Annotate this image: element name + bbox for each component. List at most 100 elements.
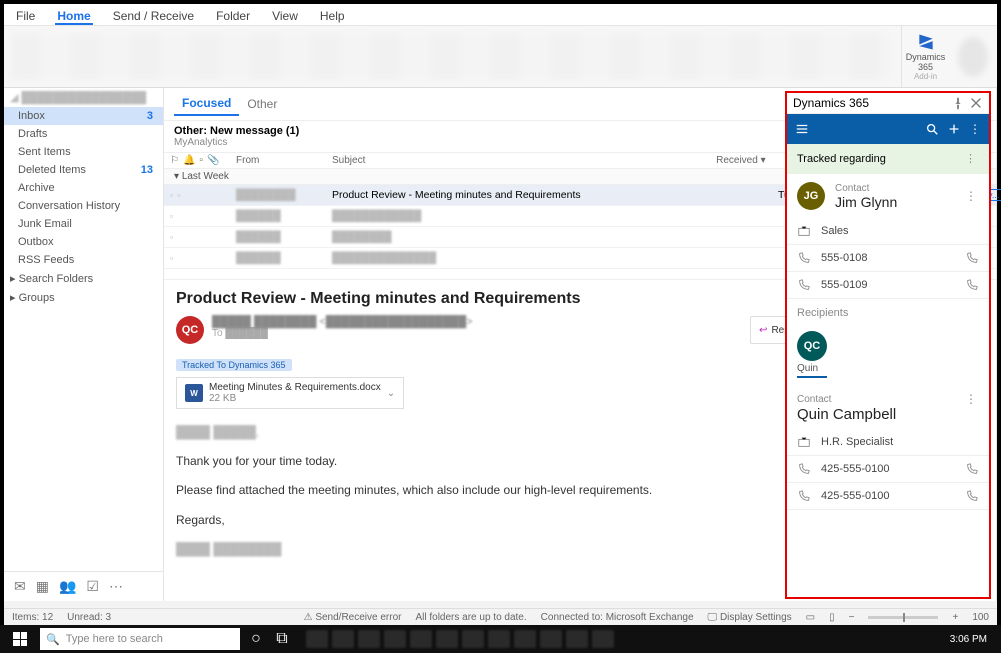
nav-mail-icon[interactable]: ✉: [14, 578, 26, 595]
nav-people-icon[interactable]: 👥: [59, 578, 76, 595]
status-bar: Items: 12 Unread: 3 ⚠ Send/Receive error…: [4, 608, 997, 625]
dynamics-365-panel: Dynamics 365 ⋮ Tracked regarding ⋮ JG Co…: [785, 91, 991, 599]
zoom-value: 100: [972, 612, 989, 623]
importance-icon[interactable]: ⚐: [170, 155, 179, 166]
status-unread: Unread: 3: [67, 612, 111, 623]
task-view-icon[interactable]: ⧉: [272, 630, 292, 648]
nav-junk[interactable]: Junk Email: [4, 215, 163, 233]
tab-help[interactable]: Help: [318, 7, 347, 25]
taskbar-search[interactable]: 🔍 Type here to search: [40, 628, 240, 650]
attachment-icon[interactable]: 📎: [207, 155, 219, 166]
contact1-title-row[interactable]: Sales: [787, 218, 989, 245]
search-icon[interactable]: [925, 122, 939, 136]
ribbon-tabs: File Home Send / Receive Folder View Hel…: [4, 4, 997, 26]
to-line: To ██████: [212, 328, 742, 339]
tab-other[interactable]: Other: [239, 93, 285, 115]
d365-label-2: 365: [918, 62, 933, 72]
account-header[interactable]: ◢ ████████████████: [4, 88, 163, 107]
dynamics-icon: [916, 32, 936, 52]
sender-avatar: QC: [176, 316, 204, 344]
d365-sub: Add-in: [914, 72, 937, 81]
ribbon: Dynamics 365 Add-in: [4, 26, 997, 88]
nav-inbox[interactable]: Inbox3: [4, 107, 163, 125]
d365-panel-title: Dynamics 365: [793, 96, 869, 110]
hamburger-icon[interactable]: [795, 122, 809, 136]
phone-icon[interactable]: [965, 251, 979, 265]
phone-icon[interactable]: [965, 489, 979, 503]
contact2-phone1-row[interactable]: 425-555-0100: [787, 456, 989, 483]
briefcase-icon: [797, 435, 811, 449]
nav-rss[interactable]: RSS Feeds: [4, 251, 163, 269]
nav-deleted[interactable]: Deleted Items13: [4, 161, 163, 179]
taskbar-clock[interactable]: 3:06 PM: [942, 634, 995, 645]
nav-more-icon[interactable]: ⋯: [109, 578, 123, 595]
recipient-name: Quin: [797, 363, 979, 374]
tab-home[interactable]: Home: [55, 7, 92, 25]
status-error[interactable]: ⚠ Send/Receive error: [304, 612, 402, 623]
contact2-phone2-row[interactable]: 425-555-0100: [787, 483, 989, 510]
word-icon: W: [185, 384, 203, 402]
nav-groups[interactable]: ▸ Groups: [4, 288, 163, 307]
phone-icon: [797, 462, 811, 476]
contact1-phone2-row[interactable]: 555-0109: [787, 272, 989, 299]
contact1-name[interactable]: Jim Glynn: [835, 194, 955, 210]
tab-view[interactable]: View: [270, 7, 300, 25]
dynamics-365-addin-button[interactable]: Dynamics 365 Add-in: [901, 26, 949, 87]
tracked-regarding-label: Tracked regarding: [797, 153, 886, 165]
tracked-more-icon[interactable]: ⋮: [965, 152, 979, 166]
d365-more-icon[interactable]: ⋮: [969, 122, 981, 136]
recipient-underline: [797, 376, 827, 378]
view-reading-icon[interactable]: ▯: [829, 612, 835, 623]
tab-send-receive[interactable]: Send / Receive: [111, 7, 196, 25]
folder-nav: ◢ ████████████████ Inbox3 Drafts Sent It…: [4, 88, 164, 601]
reminder-icon[interactable]: 🔔: [183, 155, 195, 166]
windows-icon: [13, 632, 27, 646]
contact2-label: Contact: [797, 394, 831, 405]
nav-search-folders[interactable]: ▸ Search Folders: [4, 269, 163, 288]
contact1-avatar: JG: [797, 182, 825, 210]
tab-focused[interactable]: Focused: [174, 92, 239, 116]
nav-outbox[interactable]: Outbox: [4, 233, 163, 251]
attachment[interactable]: W Meeting Minutes & Requirements.docx 22…: [176, 377, 404, 409]
contact1-more-icon[interactable]: ⋮: [965, 189, 979, 203]
phone-icon: [797, 251, 811, 265]
search-icon: 🔍: [46, 633, 60, 646]
nav-calendar-icon[interactable]: ▦: [36, 578, 49, 595]
recipient-avatar[interactable]: QC: [797, 331, 827, 361]
attachment-name: Meeting Minutes & Requirements.docx: [209, 382, 381, 393]
nav-sent[interactable]: Sent Items: [4, 143, 163, 161]
start-button[interactable]: [6, 625, 34, 653]
col-from[interactable]: From: [236, 155, 326, 166]
icon-col[interactable]: ▫: [199, 155, 203, 166]
zoom-slider[interactable]: [868, 616, 938, 619]
pin-icon[interactable]: [951, 96, 965, 110]
nav-archive[interactable]: Archive: [4, 179, 163, 197]
status-display-settings[interactable]: 🖵 Display Settings: [708, 612, 792, 623]
nav-tasks-icon[interactable]: ☑: [86, 578, 99, 595]
ribbon-commands-blur: [10, 32, 895, 81]
phone-icon: [797, 278, 811, 292]
contact2-more-icon[interactable]: ⋮: [965, 392, 979, 406]
phone-icon[interactable]: [965, 278, 979, 292]
contact1-phone1-row[interactable]: 555-0108: [787, 245, 989, 272]
contact1-label: Contact: [835, 183, 955, 194]
attachment-size: 22 KB: [209, 393, 381, 404]
view-normal-icon[interactable]: ▭: [806, 612, 815, 623]
status-items: Items: 12: [12, 612, 53, 623]
sender-line: █████ ████████ <██████████████████>: [212, 316, 742, 328]
plus-icon[interactable]: [947, 122, 961, 136]
taskbar: 🔍 Type here to search ○ ⧉ 3:06 PM: [0, 625, 1001, 653]
col-subject[interactable]: Subject: [332, 155, 710, 166]
attachment-chevron-icon[interactable]: ⌄: [387, 388, 395, 399]
cortana-icon[interactable]: ○: [246, 630, 266, 648]
close-icon[interactable]: [969, 96, 983, 110]
nav-drafts[interactable]: Drafts: [4, 125, 163, 143]
contact2-name[interactable]: Quin Campbell: [787, 406, 989, 429]
search-placeholder: Type here to search: [66, 633, 163, 645]
d365-app-bar: ⋮: [787, 114, 989, 144]
phone-icon[interactable]: [965, 462, 979, 476]
tab-file[interactable]: File: [14, 7, 37, 25]
tab-folder[interactable]: Folder: [214, 7, 252, 25]
nav-conv-history[interactable]: Conversation History: [4, 197, 163, 215]
contact2-title-row[interactable]: H.R. Specialist: [787, 429, 989, 456]
